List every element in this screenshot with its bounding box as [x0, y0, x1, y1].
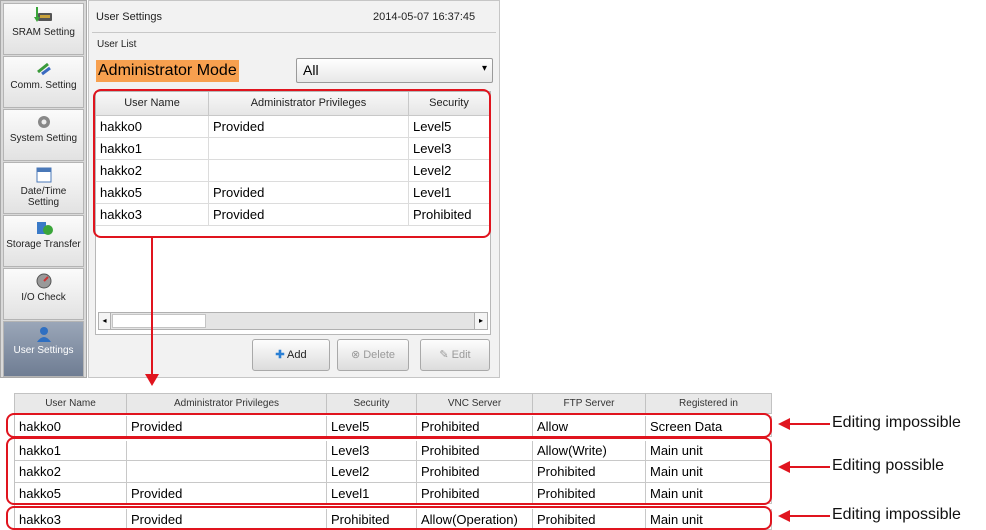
add-button[interactable]: ✚ Add — [252, 339, 330, 371]
left-arrow-icon — [778, 461, 830, 473]
column-header: Security — [327, 394, 417, 414]
sidebar-item-datetime[interactable]: Date/Time Setting — [3, 162, 84, 214]
edit-button-label: Edit — [451, 349, 471, 361]
comm-icon — [36, 62, 51, 76]
highlight-box — [6, 437, 772, 505]
sidebar-item-label: Comm. Setting — [10, 80, 77, 91]
edit-button[interactable]: ✎ Edit — [420, 339, 490, 371]
divider — [92, 32, 496, 33]
sidebar-item-io[interactable]: I/O Check — [3, 268, 84, 320]
add-icon: ✚ — [275, 349, 285, 361]
section-label: User List — [97, 39, 137, 50]
sidebar: SRAM Setting Comm. Setting System Settin… — [0, 0, 87, 378]
column-header: User Name — [15, 394, 127, 414]
sidebar-item-label: System Setting — [9, 133, 78, 144]
scroll-right-icon[interactable]: ▸ — [474, 313, 487, 329]
annotation-label: Editing possible — [832, 457, 945, 474]
sidebar-item-sram[interactable]: SRAM Setting — [3, 3, 84, 55]
scroll-left-icon[interactable]: ◂ — [99, 313, 111, 329]
sram-icon — [33, 7, 52, 22]
delete-button[interactable]: ⊗ Delete — [337, 339, 409, 371]
annotation-label: Editing impossible — [832, 506, 961, 523]
delete-button-label: Delete — [363, 349, 396, 361]
datetime-display: 2014-05-07 16:37:45 — [373, 11, 476, 23]
mode-select[interactable]: All ▾ — [296, 58, 493, 83]
sidebar-item-label: SRAM Setting — [12, 27, 75, 38]
highlight-box — [6, 413, 772, 438]
annotation-label: Editing impossible — [832, 414, 961, 431]
sidebar-item-label: Storage Transfer — [6, 239, 81, 250]
mode-select-value: All — [303, 62, 319, 78]
mode-label: Administrator Mode — [96, 60, 239, 82]
left-arrow-icon — [778, 510, 830, 522]
sidebar-item-user[interactable]: User Settings — [3, 321, 84, 377]
chevron-down-icon: ▾ — [481, 63, 487, 74]
calendar-icon — [36, 167, 51, 183]
down-arrow-icon — [145, 236, 159, 386]
left-arrow-icon — [778, 418, 830, 430]
add-button-label: Add — [287, 349, 307, 361]
sidebar-item-label: I/O Check — [21, 292, 66, 303]
column-header: Registered in — [646, 394, 772, 414]
sidebar-item-label: Date/Time Setting — [20, 186, 67, 208]
sidebar-item-system[interactable]: System Setting — [3, 109, 84, 161]
column-header: VNC Server — [417, 394, 533, 414]
sidebar-item-label: User Settings — [13, 345, 74, 356]
column-header: FTP Server — [533, 394, 646, 414]
delete-icon: ⊗ — [350, 349, 361, 361]
highlight-box — [93, 89, 491, 238]
edit-icon: ✎ — [439, 349, 449, 361]
storage-icon — [36, 222, 53, 235]
gear-icon — [37, 116, 50, 128]
highlight-box — [6, 506, 772, 530]
gauge-icon — [36, 273, 51, 289]
column-header: Administrator Privileges — [127, 394, 327, 414]
sidebar-item-storage[interactable]: Storage Transfer — [3, 215, 84, 267]
user-icon — [36, 327, 51, 342]
sidebar-item-comm[interactable]: Comm. Setting — [3, 56, 84, 108]
page-title: User Settings — [96, 11, 163, 23]
